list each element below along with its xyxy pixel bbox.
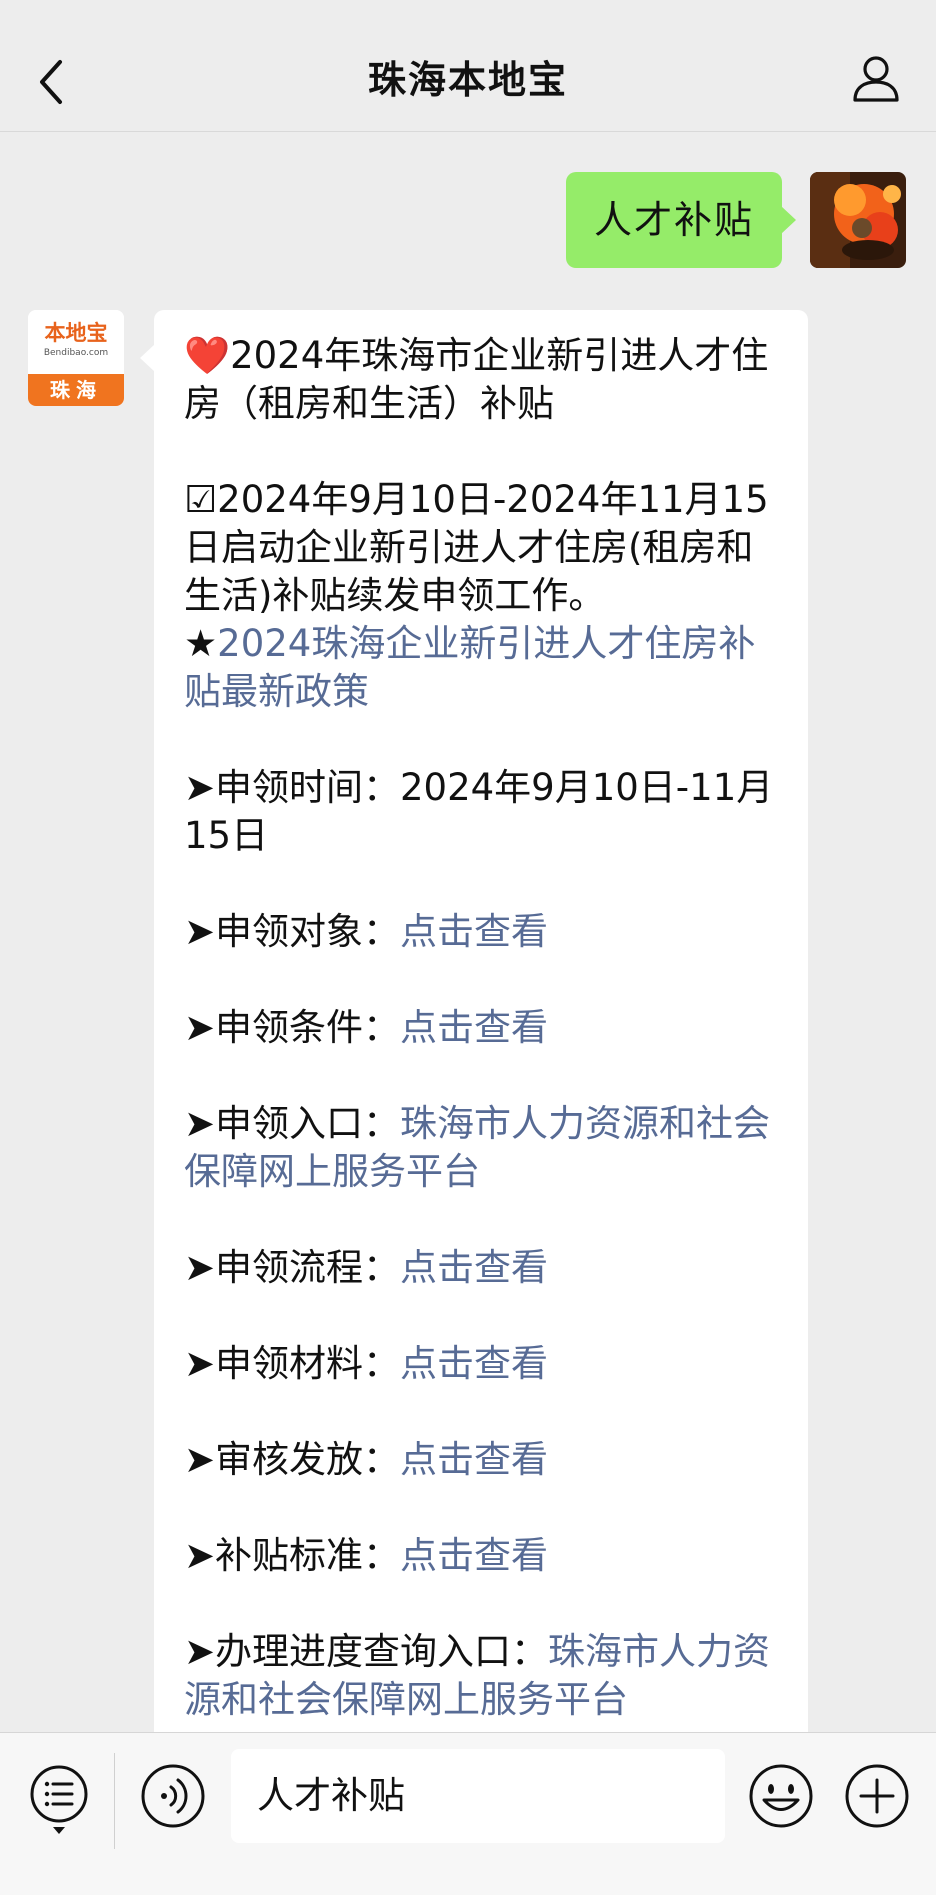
official-account-avatar[interactable]: 本地宝 Bendibao.com 珠海 (28, 310, 124, 406)
profile-button[interactable] (850, 52, 902, 104)
policy-link[interactable]: 2024珠海企业新引进人才住房补贴最新政策 (184, 622, 755, 713)
menu-button[interactable] (28, 1763, 90, 1837)
chat-title: 珠海本地宝 (367, 58, 568, 102)
logo-url: Bendibao.com (43, 348, 109, 358)
info-item: ➤申领流程：点击查看 (184, 1244, 778, 1292)
navigation-bar: 珠海本地宝 (0, 0, 936, 132)
info-item-link[interactable]: 点击查看 (400, 1342, 548, 1385)
info-items: ➤申领时间：2024年9月10日-11月15日 ➤申领对象：点击查看 ➤申领条件：点… (184, 764, 778, 1724)
message-input-text: 人才补贴 (257, 1774, 405, 1817)
info-item-link[interactable]: 点击查看 (400, 1006, 548, 1049)
voice-button[interactable] (140, 1763, 206, 1829)
message-input[interactable]: 人才补贴 (231, 1749, 725, 1843)
user-message-text: 人才补贴 (593, 198, 754, 242)
info-item: ➤申领对象：点击查看 (184, 908, 778, 956)
logo-name: 本地宝 (44, 321, 108, 345)
message-title: ❤️2024年珠海市企业新引进人才住房（租房和生活）补贴 (184, 332, 778, 428)
info-item: ➤申领条件：点击查看 (184, 1004, 778, 1052)
info-item-label: ➤申领对象： (184, 910, 401, 953)
info-item-label: ➤申领入口： (184, 1102, 401, 1145)
smiley-icon (749, 1764, 813, 1828)
info-item-link[interactable]: 点击查看 (400, 910, 548, 953)
checkbox-icon: ☑ (184, 478, 218, 521)
divider (114, 1753, 115, 1849)
info-item-link[interactable]: 点击查看 (400, 1246, 548, 1289)
info-item: ➤审核发放：点击查看 (184, 1436, 778, 1484)
info-item: ➤补贴标准：点击查看 (184, 1532, 778, 1580)
notice-text: 2024年9月10日-2024年11月15日启动企业新引进人才住房(租房和生活)… (184, 478, 769, 617)
more-button[interactable] (844, 1763, 910, 1829)
notice-paragraph: ☑2024年9月10日-2024年11月15日启动企业新引进人才住房(租房和生活… (184, 476, 778, 716)
info-item: ➤申领时间：2024年9月10日-11月15日 (184, 764, 778, 860)
list-menu-icon (30, 1765, 88, 1834)
info-item: ➤申领材料：点击查看 (184, 1340, 778, 1388)
user-message-bubble[interactable]: 人才补贴 (566, 172, 796, 268)
info-item-label: ➤申领条件： (184, 1006, 401, 1049)
star-icon: ★ (184, 622, 218, 665)
logo-city: 珠海 (28, 374, 124, 406)
emoji-button[interactable] (748, 1763, 814, 1829)
user-avatar[interactable] (810, 172, 906, 268)
info-item-label: ➤申领时间： (184, 766, 401, 809)
logo-top: 本地宝 Bendibao.com (28, 310, 124, 374)
info-item: ➤办理进度查询入口：珠海市人力资源和社会保障网上服务平台 (184, 1628, 778, 1724)
info-item: ➤申领入口：珠海市人力资源和社会保障网上服务平台 (184, 1100, 778, 1196)
plus-icon (845, 1764, 909, 1828)
heart-icon: ❤️ (184, 334, 231, 377)
avatar-image (810, 172, 906, 268)
info-item-label: ➤申领材料： (184, 1342, 401, 1385)
person-icon (853, 56, 899, 102)
input-bar: 人才补贴 (0, 1732, 936, 1895)
info-item-label: ➤申领流程： (184, 1246, 401, 1289)
info-item-label: ➤办理进度查询入口： (184, 1630, 549, 1673)
info-item-link[interactable]: 点击查看 (400, 1534, 548, 1577)
voice-icon (141, 1764, 205, 1828)
message-title-text: 2024年珠海市企业新引进人才住房（租房和生活）补贴 (184, 334, 769, 425)
info-item-label: ➤补贴标准： (184, 1534, 401, 1577)
chat-area[interactable]: 人才补贴 本地宝 Bendibao.com 珠海 ❤️2024年珠海市企业新引进… (0, 132, 936, 1732)
bot-message-bubble[interactable]: ❤️2024年珠海市企业新引进人才住房（租房和生活）补贴 ☑2024年9月10日… (140, 310, 808, 1732)
info-item-link[interactable]: 点击查看 (400, 1438, 548, 1481)
info-item-label: ➤审核发放： (184, 1438, 401, 1481)
